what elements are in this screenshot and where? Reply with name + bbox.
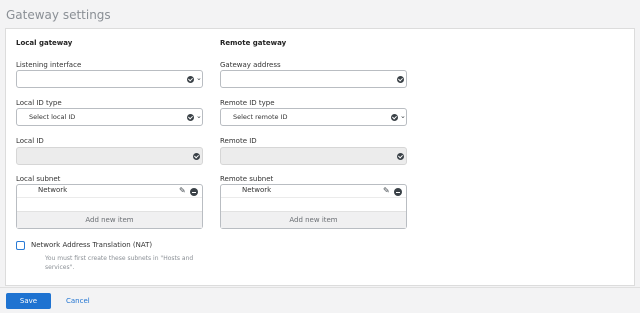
save-button[interactable]: Save [6, 293, 51, 309]
check-circle-icon [193, 153, 200, 160]
list-item: Network [38, 186, 68, 194]
local-id-type-label: Local ID type [16, 99, 62, 107]
local-id-type-value: Select local ID [29, 113, 76, 121]
remote-subnet-label: Remote subnet [220, 175, 274, 183]
page-title: Gateway settings [6, 8, 111, 22]
remote-id-field [220, 147, 407, 165]
list-divider [17, 197, 202, 198]
local-subnet-label: Local subnet [16, 175, 61, 183]
remote-id-type-label: Remote ID type [220, 99, 275, 107]
nat-checkbox[interactable] [16, 241, 25, 250]
local-gateway-heading: Local gateway [16, 39, 73, 47]
cancel-button[interactable]: Cancel [66, 293, 90, 309]
nat-label[interactable]: Network Address Translation (NAT) [31, 241, 152, 249]
nat-hint: You must first create these subnets in "… [45, 255, 194, 271]
local-subnet-add-button[interactable]: Add new item [17, 211, 202, 228]
local-id-type-select[interactable]: Select local ID ⌄ [16, 108, 203, 126]
check-circle-icon [397, 76, 404, 83]
remove-icon[interactable] [394, 188, 402, 196]
pencil-icon[interactable]: ✎ [179, 186, 186, 195]
chevron-down-icon[interactable]: ⌄ [400, 112, 406, 120]
chevron-down-icon[interactable]: ⌄ [196, 74, 202, 82]
gateway-address-label: Gateway address [220, 61, 281, 69]
chevron-down-icon[interactable]: ⌄ [196, 112, 202, 120]
gateway-settings-panel: Local gateway Listening interface ⌄ Loca… [5, 28, 635, 286]
remote-subnet-add-button[interactable]: Add new item [221, 211, 406, 228]
check-circle-icon [187, 76, 194, 83]
local-id-label: Local ID [16, 137, 44, 145]
local-subnet-list: Network ✎ Add new item [16, 184, 203, 229]
pencil-icon[interactable]: ✎ [383, 186, 390, 195]
check-circle-icon [187, 114, 194, 121]
list-item: Network [242, 186, 272, 194]
gateway-address-input[interactable] [220, 70, 407, 88]
local-id-field [16, 147, 203, 165]
list-divider [221, 197, 406, 198]
remote-id-type-value: Select remote ID [233, 113, 288, 121]
remote-subnet-list: Network ✎ Add new item [220, 184, 407, 229]
check-circle-icon [397, 153, 404, 160]
remote-id-label: Remote ID [220, 137, 257, 145]
remove-icon[interactable] [190, 188, 198, 196]
listening-interface-select[interactable]: ⌄ [16, 70, 203, 88]
remote-gateway-heading: Remote gateway [220, 39, 287, 47]
footer-bar: Save Cancel [0, 287, 640, 313]
remote-id-type-select[interactable]: Select remote ID ⌄ [220, 108, 407, 126]
check-circle-icon [391, 114, 398, 121]
listening-interface-label: Listening interface [16, 61, 82, 69]
